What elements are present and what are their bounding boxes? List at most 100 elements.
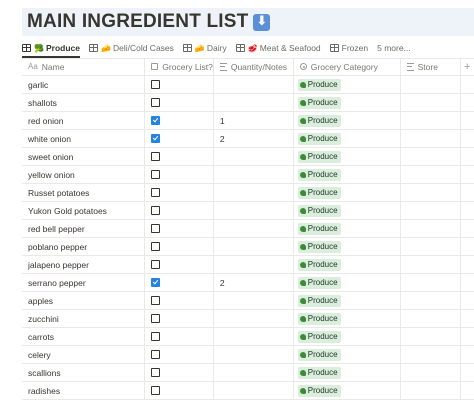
store-cell[interactable] [400, 363, 461, 382]
name-cell[interactable]: radishes [22, 381, 146, 400]
quantity-cell[interactable]: 1 [213, 111, 294, 130]
table-row[interactable]: poblano pepper Produce [22, 237, 474, 256]
category-cell[interactable]: Produce [293, 165, 401, 184]
table-row[interactable]: red onion 1 Produce [22, 111, 474, 130]
grocery-checkbox[interactable] [151, 242, 161, 251]
grocery-checkbox[interactable] [151, 170, 161, 179]
grocery-cell[interactable] [144, 201, 214, 220]
store-cell[interactable] [400, 345, 461, 364]
store-cell[interactable] [400, 381, 461, 400]
quantity-cell[interactable] [213, 75, 294, 94]
quantity-cell[interactable] [213, 183, 294, 202]
tab-meat-seafood[interactable]: 🥩 Meat & Seafood [235, 38, 321, 58]
category-cell[interactable]: Produce [293, 147, 401, 166]
grocery-checkbox[interactable] [151, 368, 161, 377]
store-cell[interactable] [400, 273, 461, 292]
quantity-cell[interactable] [213, 237, 294, 256]
category-cell[interactable]: Produce [293, 201, 401, 220]
name-cell[interactable]: poblano pepper [22, 237, 146, 256]
store-cell[interactable] [400, 183, 461, 202]
category-cell[interactable]: Produce [293, 255, 401, 274]
quantity-cell[interactable]: 2 [213, 129, 294, 148]
grocery-checkbox[interactable] [151, 296, 161, 305]
grocery-checkbox[interactable] [151, 224, 161, 233]
grocery-cell[interactable] [144, 219, 214, 238]
store-cell[interactable] [400, 309, 461, 328]
quantity-cell[interactable] [213, 165, 294, 184]
store-cell[interactable] [400, 165, 461, 184]
column-header-grocery[interactable]: Grocery List? [144, 58, 214, 76]
grocery-checkbox[interactable] [151, 260, 161, 269]
store-cell[interactable] [400, 237, 461, 256]
category-cell[interactable]: Produce [293, 93, 401, 112]
name-cell[interactable]: sweet onion [22, 147, 146, 166]
grocery-cell[interactable] [144, 165, 214, 184]
table-row[interactable]: red bell pepper Produce [22, 219, 474, 238]
column-header-store[interactable]: Store [400, 58, 461, 76]
name-cell[interactable]: white onion [22, 129, 146, 148]
grocery-cell[interactable] [144, 345, 214, 364]
name-cell[interactable]: red bell pepper [22, 219, 146, 238]
grocery-cell[interactable] [144, 381, 214, 400]
category-cell[interactable]: Produce [293, 111, 401, 130]
table-row[interactable]: garlic Produce [22, 75, 474, 94]
quantity-cell[interactable] [213, 327, 294, 346]
quantity-cell[interactable] [213, 147, 294, 166]
category-cell[interactable]: Produce [293, 219, 401, 238]
tab-more[interactable]: 5 more... [377, 38, 411, 58]
name-cell[interactable]: Russet potatoes [22, 183, 146, 202]
grocery-cell[interactable] [144, 129, 214, 148]
grocery-checkbox[interactable] [151, 134, 161, 143]
category-cell[interactable]: Produce [293, 291, 401, 310]
grocery-checkbox[interactable] [151, 332, 161, 341]
quantity-cell[interactable] [213, 381, 294, 400]
table-row[interactable]: carrots Produce [22, 327, 474, 346]
grocery-checkbox[interactable] [151, 314, 161, 323]
table-row[interactable]: zucchini Produce [22, 309, 474, 328]
add-column-button[interactable]: + [460, 58, 474, 76]
table-row[interactable]: radishes Produce [22, 381, 474, 400]
table-row[interactable]: shallots Produce [22, 93, 474, 112]
category-cell[interactable]: Produce [293, 75, 401, 94]
quantity-cell[interactable]: 2 [213, 273, 294, 292]
store-cell[interactable] [400, 111, 461, 130]
tab-produce[interactable]: 🥦 Produce [22, 38, 80, 58]
grocery-cell[interactable] [144, 237, 214, 256]
grocery-checkbox[interactable] [151, 116, 161, 125]
category-cell[interactable]: Produce [293, 309, 401, 328]
column-header-name[interactable]: Aa Name [22, 58, 146, 76]
grocery-checkbox[interactable] [151, 350, 161, 359]
table-row[interactable]: jalapeno pepper Produce [22, 255, 474, 274]
category-cell[interactable]: Produce [293, 183, 401, 202]
table-row[interactable]: white onion 2 Produce [22, 129, 474, 148]
store-cell[interactable] [400, 147, 461, 166]
store-cell[interactable] [400, 219, 461, 238]
grocery-cell[interactable] [144, 183, 214, 202]
grocery-checkbox[interactable] [151, 98, 161, 107]
table-row[interactable]: Russet potatoes Produce [22, 183, 474, 202]
name-cell[interactable]: serrano pepper [22, 273, 146, 292]
column-header-category[interactable]: Grocery Category [293, 58, 401, 76]
grocery-cell[interactable] [144, 363, 214, 382]
table-row[interactable]: apples Produce [22, 291, 474, 310]
name-cell[interactable]: carrots [22, 327, 146, 346]
category-cell[interactable]: Produce [293, 237, 401, 256]
quantity-cell[interactable] [213, 345, 294, 364]
store-cell[interactable] [400, 75, 461, 94]
grocery-checkbox[interactable] [151, 278, 161, 287]
name-cell[interactable]: red onion [22, 111, 146, 130]
name-cell[interactable]: Yukon Gold potatoes [22, 201, 146, 220]
name-cell[interactable]: scallions [22, 363, 146, 382]
grocery-cell[interactable] [144, 111, 214, 130]
table-row[interactable]: serrano pepper 2 Produce [22, 273, 474, 292]
quantity-cell[interactable] [213, 363, 294, 382]
table-row[interactable]: Yukon Gold potatoes Produce [22, 201, 474, 220]
table-row[interactable]: sweet onion Produce [22, 147, 474, 166]
grocery-checkbox[interactable] [151, 206, 161, 215]
quantity-cell[interactable] [213, 201, 294, 220]
quantity-cell[interactable] [213, 291, 294, 310]
grocery-cell[interactable] [144, 327, 214, 346]
grocery-cell[interactable] [144, 255, 214, 274]
page-title[interactable]: MAIN INGREDIENT LIST [22, 8, 474, 36]
grocery-checkbox[interactable] [151, 80, 161, 89]
